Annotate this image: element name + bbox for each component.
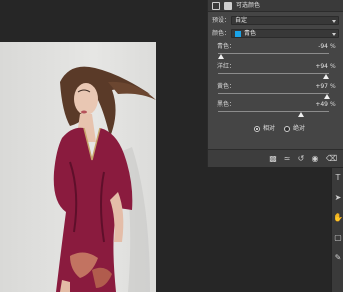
slider-track[interactable] <box>218 73 329 74</box>
slider-value[interactable]: -94 <box>308 43 328 51</box>
properties-header: 可选颜色 <box>208 0 343 12</box>
preset-dropdown[interactable]: 自定 <box>231 16 339 25</box>
slider-unit: % <box>330 101 336 108</box>
colors-label: 颜色： <box>212 30 231 37</box>
slider-thumb[interactable] <box>324 94 331 99</box>
slider-track[interactable] <box>218 53 329 54</box>
slider-unit: % <box>330 83 336 90</box>
absolute-label: 绝对 <box>293 125 306 132</box>
colors-dropdown[interactable]: 青色 <box>231 29 339 38</box>
slider-track[interactable] <box>218 93 329 94</box>
color-swatch <box>235 31 241 37</box>
slider-thumb[interactable] <box>218 54 225 59</box>
rectangle-tool-icon[interactable]: ▢ <box>333 232 343 244</box>
panel-title: 可选颜色 <box>236 2 261 9</box>
reset-icon[interactable]: ↺ <box>296 154 306 164</box>
arrow-select-icon[interactable]: ➤ <box>333 192 343 204</box>
chevron-down-icon <box>332 33 336 36</box>
slider-unit: % <box>330 43 336 50</box>
visibility-icon[interactable]: ◉ <box>310 154 320 164</box>
slider-unit: % <box>330 63 336 70</box>
slider-label: 洋红： <box>217 63 236 70</box>
trash-icon[interactable]: ⌫ <box>326 154 337 164</box>
slider-value[interactable]: +97 <box>308 83 328 91</box>
relative-radio[interactable] <box>254 126 260 132</box>
slider-thumb[interactable] <box>322 74 329 79</box>
colors-value: 青色 <box>244 30 257 37</box>
document-photo[interactable] <box>0 42 156 292</box>
tool-strip: T ➤ ✋ ▢ ✎ <box>331 168 343 292</box>
slider-thumb[interactable] <box>297 112 304 117</box>
edit-tool-icon[interactable]: ✎ <box>333 252 343 264</box>
preset-label: 预设： <box>212 17 231 24</box>
preset-value: 自定 <box>235 17 248 24</box>
text-tool-icon[interactable]: T <box>333 172 343 184</box>
relative-label: 相对 <box>263 125 276 132</box>
slider-track[interactable] <box>218 111 329 112</box>
clip-to-layer-icon[interactable]: ▩ <box>268 154 278 164</box>
slider-value[interactable]: +49 <box>308 101 328 109</box>
eye-previous-icon[interactable]: ≃ <box>282 154 292 164</box>
chevron-down-icon <box>332 20 336 23</box>
slider-value[interactable]: +94 <box>308 63 328 71</box>
properties-panel: 可选颜色 预设： 自定 颜色： 青色 青色： -94% 洋红： +94% 黄色： +97%… <box>207 0 343 167</box>
hand-tool-icon[interactable]: ✋ <box>333 212 343 224</box>
layer-mask-icon[interactable] <box>224 2 232 10</box>
slider-label: 黄色： <box>217 83 236 90</box>
model-photo-illustration <box>0 42 156 292</box>
slider-label: 青色： <box>217 43 236 50</box>
properties-footer: ▩ ≃ ↺ ◉ ⌫ <box>208 149 343 167</box>
slider-label: 黑色： <box>217 101 236 108</box>
adjustment-layer-icon[interactable] <box>212 2 220 10</box>
absolute-radio[interactable] <box>284 126 290 132</box>
